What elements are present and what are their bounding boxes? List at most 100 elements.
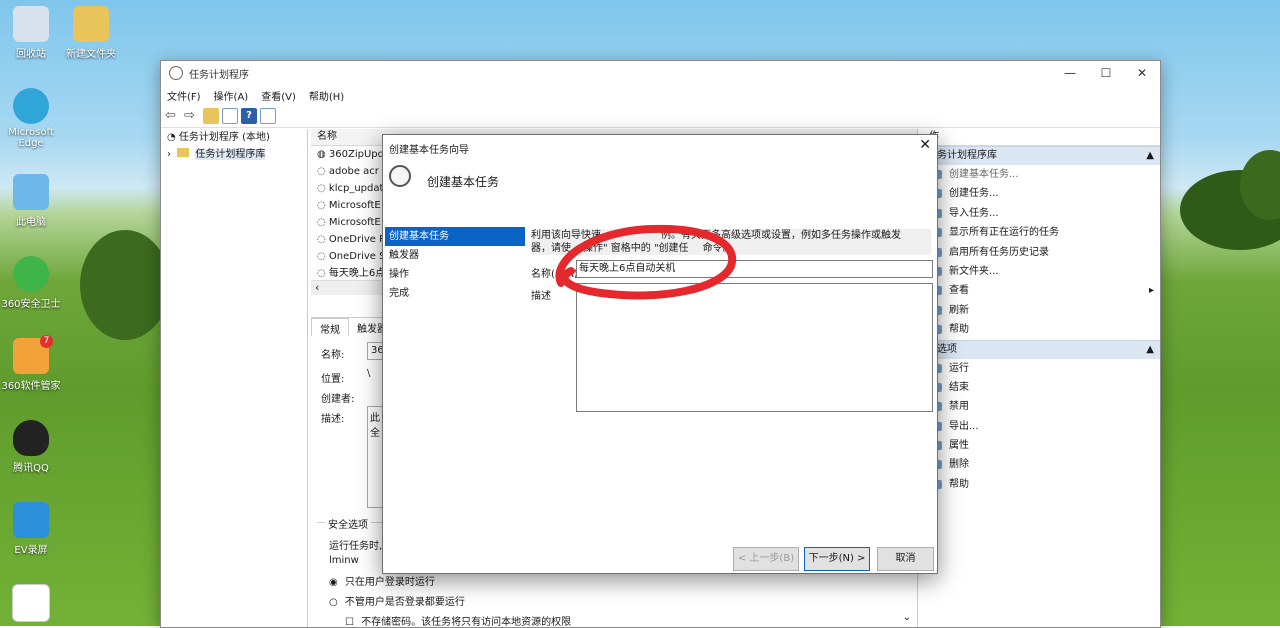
tree-item-library[interactable]: › 任务计划程序库 — [161, 146, 307, 163]
step-trigger[interactable]: 触发器 — [385, 246, 525, 265]
next-button[interactable]: 下一步(N) > — [804, 547, 870, 571]
action-properties[interactable]: 属性 — [923, 436, 1160, 455]
action-show-running-tasks[interactable]: 显示所有正在运行的任务 — [923, 223, 1160, 242]
location-label: 位置: — [321, 374, 345, 385]
up-folder-icon[interactable] — [203, 108, 219, 124]
dialog-header: 创建基本任务 — [427, 175, 500, 189]
desktop-icon-label: 360安全卫士 — [1, 299, 61, 310]
radio-logged-on-or-not[interactable]: ○ 不管用户是否登录都要运行 — [329, 593, 465, 608]
submenu-arrow-icon: ▸ — [1148, 285, 1154, 297]
tab-general[interactable]: 常规 — [311, 318, 349, 336]
actions-title: 作 — [923, 129, 1160, 146]
run-as-label: 运行任务时, — [329, 541, 383, 552]
close-button[interactable]: ✕ — [1124, 63, 1160, 83]
description-label: 描述: — [321, 414, 345, 425]
computer-icon — [13, 174, 49, 210]
maximize-button[interactable]: ☐ — [1088, 63, 1124, 83]
chevron-left-icon[interactable]: ‹ — [315, 281, 319, 294]
folder-icon — [73, 6, 109, 42]
ev-recorder-icon — [13, 502, 49, 538]
chevron-right-icon[interactable]: › — [167, 149, 171, 160]
clock-app-icon — [169, 66, 183, 80]
desktop-icon-ev-recorder[interactable]: EV录屏 — [0, 502, 66, 556]
forward-arrow-icon[interactable]: ⇨ — [184, 108, 200, 124]
360-security-icon — [13, 256, 49, 292]
notification-badge: 7 — [40, 335, 53, 348]
red-circle-annotation — [555, 224, 737, 300]
wizard-steps: 创建基本任务 触发器 操作 完成 — [385, 227, 525, 303]
action-create-task[interactable]: 创建任务... — [923, 184, 1160, 203]
recycle-bin-icon — [13, 6, 49, 42]
desktop-icon-label: 新建文件夹 — [66, 49, 116, 60]
collapse-up-icon[interactable]: ▲ — [1146, 147, 1154, 165]
radio-logged-on-only[interactable]: ◉ 只在用户登录时运行 — [329, 573, 435, 588]
console-tree: ◔ 任务计划程序 (本地) › 任务计划程序库 — [161, 129, 308, 627]
toolbar: ⇦ ⇨ ? — [161, 105, 1160, 128]
title-bar: 任务计划程序 — ☐ ✕ — [161, 61, 1160, 85]
desktop-icon-360-software[interactable]: 7 360软件管家 — [0, 335, 66, 392]
location-value: \ — [367, 368, 371, 379]
action-new-folder[interactable]: 新文件夹... — [923, 262, 1160, 281]
tree-item-label: 任务计划程序库 — [195, 149, 266, 160]
desktop-icon-label: EV录屏 — [14, 545, 48, 556]
back-arrow-icon[interactable]: ⇦ — [165, 108, 181, 124]
actions-pane: 作 务计划程序库 ▲ 创建基本任务... 创建任务... 导入任务... 显示所… — [923, 129, 1160, 627]
desktop-icon-label: Microsoft Edge — [8, 127, 54, 149]
360-software-icon: 7 — [13, 335, 53, 374]
action-disable[interactable]: 禁用 — [923, 397, 1160, 416]
properties-icon[interactable] — [260, 108, 276, 124]
folder-icon — [177, 148, 190, 157]
step-action[interactable]: 操作 — [385, 265, 525, 284]
show-hide-tree-icon[interactable] — [222, 108, 238, 124]
back-button[interactable]: < 上一步(B) — [733, 547, 799, 571]
action-refresh[interactable]: 刷新 — [923, 301, 1160, 320]
menu-action[interactable]: 操作(A) — [214, 88, 249, 103]
action-enable-history[interactable]: 启用所有任务历史记录 — [923, 243, 1160, 262]
edge-icon — [13, 88, 49, 124]
author-label: 创建者: — [321, 394, 355, 405]
collapse-up-icon[interactable]: ▲ — [1146, 341, 1154, 359]
chevron-down-icon[interactable]: ⌄ — [903, 612, 911, 623]
create-basic-task-wizard: 创建基本任务向导 ✕ 创建基本任务 创建基本任务 触发器 操作 完成 利用该向导… — [382, 134, 938, 574]
action-create-basic-task[interactable]: 创建基本任务... — [923, 165, 1160, 184]
user-account: lminw — [329, 555, 359, 566]
action-import-task[interactable]: 导入任务... — [923, 204, 1160, 223]
security-title: 安全选项 — [325, 516, 371, 531]
section-task-library[interactable]: 务计划程序库 ▲ — [923, 146, 1160, 165]
menu-file[interactable]: 文件(F) — [167, 88, 201, 103]
step-finish[interactable]: 完成 — [385, 284, 525, 303]
desktop-icon-new-folder[interactable]: 新建文件夹 — [56, 6, 126, 60]
menu-view[interactable]: 查看(V) — [261, 88, 296, 103]
desktop-icon-this-pc[interactable]: 此电脑 — [0, 174, 66, 228]
close-icon[interactable]: ✕ — [919, 137, 931, 153]
section-selected-item[interactable]: 选项 ▲ — [923, 339, 1160, 359]
desktop-icon-label: 腾讯QQ — [13, 463, 49, 474]
tree-item-root[interactable]: ◔ 任务计划程序 (本地) — [161, 129, 307, 146]
action-help-2[interactable]: 帮助 — [923, 475, 1160, 494]
desktop-icon-qq[interactable]: 腾讯QQ — [0, 420, 66, 474]
desktop-icon-label: 回收站 — [16, 49, 46, 60]
name-label: 名称: — [321, 350, 345, 361]
menu-bar: 文件(F) 操作(A) 查看(V) 帮助(H) — [161, 85, 1160, 105]
window-title: 任务计划程序 — [189, 69, 249, 81]
minimize-button[interactable]: — — [1052, 63, 1088, 83]
cancel-button[interactable]: 取消 — [877, 547, 934, 571]
desktop-icon-360-security[interactable]: 360安全卫士 — [0, 256, 66, 310]
step-create-basic-task[interactable]: 创建基本任务 — [385, 227, 525, 246]
qq-penguin-icon — [13, 420, 49, 456]
action-run[interactable]: 运行 — [923, 359, 1160, 378]
menu-help[interactable]: 帮助(H) — [309, 88, 344, 103]
action-export[interactable]: 导出... — [923, 417, 1160, 436]
action-delete[interactable]: 删除 — [923, 455, 1160, 474]
action-end[interactable]: 结束 — [923, 378, 1160, 397]
wizard-clock-icon — [389, 165, 411, 187]
desktop-icon-app[interactable] — [0, 584, 66, 625]
desktop-icon-edge[interactable]: Microsoft Edge — [0, 88, 66, 149]
action-view[interactable]: 查看 ▸ — [923, 281, 1160, 300]
dialog-title: 创建基本任务向导 — [389, 145, 469, 156]
desktop-icon-label: 此电脑 — [16, 217, 46, 228]
desktop-icon-label: 360软件管家 — [1, 381, 61, 392]
help-icon[interactable]: ? — [241, 108, 257, 124]
app-icon — [12, 584, 50, 622]
action-help[interactable]: 帮助 — [923, 320, 1160, 339]
